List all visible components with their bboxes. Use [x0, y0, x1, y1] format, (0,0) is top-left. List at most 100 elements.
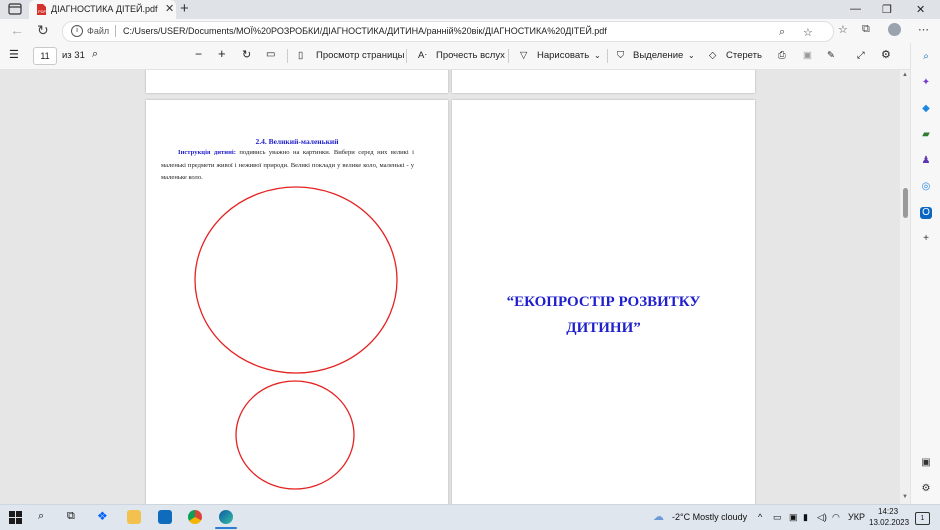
notifications-badge[interactable]: 1 — [915, 512, 930, 525]
collections-icon[interactable]: ⧉ — [862, 23, 870, 36]
read-aloud-icon: Aᐧ — [418, 50, 427, 61]
big-circle — [194, 186, 398, 374]
print-icon[interactable]: ⎙ — [778, 50, 786, 61]
chrome-icon[interactable] — [188, 510, 202, 524]
highlight-button[interactable]: Выделение — [633, 50, 683, 61]
browser-tab[interactable]: PDF ДІАГНОСТИКА ДІТЕЙ.pdf ✕ — [29, 0, 176, 19]
rotate-icon[interactable]: ↻ — [242, 48, 251, 61]
windows-start-icon[interactable] — [9, 511, 22, 524]
volume-icon[interactable]: ◁) — [817, 512, 827, 523]
find-icon[interactable]: ⌕ — [92, 48, 98, 61]
small-circle — [235, 380, 355, 490]
vertical-scrollbar[interactable]: ▲ ▼ — [900, 70, 910, 504]
scroll-thumb[interactable] — [903, 188, 908, 218]
page-view-icon: ▯ — [298, 50, 304, 61]
office-icon[interactable]: ◎ — [920, 181, 932, 193]
title-line-1: “ЕКОПРОСТІР РОЗВИТКУ — [506, 294, 701, 310]
circles-drawing — [194, 186, 398, 490]
previous-page-right — [452, 70, 755, 93]
address-bar[interactable]: i Файл C:/Users/USER/Documents/МОЇ%20РОЗ… — [62, 21, 834, 42]
highlight-chevron-down-icon[interactable]: ⌄ — [688, 51, 695, 60]
pdf-toolbar: ☰ 11 из 31 ⌕ − + ↻ ▭ ▯ Просмотр страницы… — [0, 43, 910, 70]
favorite-star-icon[interactable]: ☆ — [803, 26, 813, 39]
close-window-icon[interactable]: ✕ — [916, 3, 925, 16]
weather-cloud-icon: ☁ — [653, 511, 664, 523]
save-as-icon[interactable]: ✎ — [827, 50, 835, 61]
tools-briefcase-icon[interactable]: ▰ — [920, 129, 932, 141]
favorites-icon[interactable]: ☆ — [838, 23, 848, 36]
back-arrow-icon[interactable]: ← — [10, 22, 24, 38]
title-line-2: ДИТИНИ” — [566, 320, 641, 336]
scroll-up-icon[interactable]: ▲ — [902, 72, 908, 78]
highlight-icon: ⛉ — [617, 50, 625, 61]
file-scheme-label: Файл — [87, 26, 110, 36]
page-total: из 31 — [62, 50, 85, 61]
fit-page-icon[interactable]: ▭ — [266, 49, 275, 60]
task-view-icon[interactable]: ⧉ — [67, 510, 75, 523]
weather-text[interactable]: -2°C Mostly cloudy — [672, 512, 747, 522]
toolbar-divider — [607, 49, 608, 63]
outlook-icon[interactable]: O — [920, 207, 932, 219]
restore-icon[interactable]: ❐ — [882, 3, 892, 16]
add-sidebar-icon[interactable]: + — [920, 233, 932, 245]
settings-gear-icon[interactable]: ⚙ — [881, 48, 891, 61]
network-icon[interactable]: ▭ — [773, 512, 782, 523]
minimize-icon[interactable]: — — [850, 3, 861, 15]
url-text[interactable]: C:/Users/USER/Documents/МОЇ%20РОЗРОБКИ/Д… — [123, 26, 607, 36]
fullscreen-icon[interactable]: ⤢ — [857, 50, 865, 61]
more-menu-icon[interactable]: ⋯ — [918, 23, 929, 36]
sidebar-settings-icon[interactable]: ⚙ — [920, 483, 932, 495]
mail-icon[interactable] — [158, 510, 172, 524]
edge-icon[interactable] — [219, 510, 233, 524]
games-icon[interactable]: ♟ — [920, 155, 932, 167]
new-tab-button[interactable]: + — [180, 0, 189, 17]
contents-icon[interactable]: ☰ — [9, 48, 19, 61]
refresh-icon[interactable]: ↻ — [37, 22, 49, 39]
read-aloud-button[interactable]: Прочесть вслух — [436, 50, 505, 61]
show-hidden-icons-chevron-icon[interactable]: ^ — [758, 512, 762, 522]
tab-title: ДІАГНОСТИКА ДІТЕЙ.pdf — [51, 4, 158, 14]
zoom-out-icon[interactable]: − — [195, 47, 202, 61]
svg-text:PDF: PDF — [38, 9, 46, 14]
pdf-file-icon: PDF — [37, 4, 46, 15]
windows-taskbar: ⌕ ⧉ ❖ ☁ -2°C Mostly cloudy ^ ▭ ▣ ▮ ◁) ◠ … — [0, 504, 940, 530]
toolbar-divider — [508, 49, 509, 63]
scroll-down-icon[interactable]: ▼ — [902, 494, 908, 500]
pdf-page-right: “ЕКОПРОСТІР РОЗВИТКУ ДИТИНИ” — [452, 100, 755, 504]
address-divider — [115, 25, 116, 37]
file-explorer-icon[interactable] — [127, 510, 141, 524]
copilot-sparkle-icon[interactable]: ✦ — [920, 77, 932, 89]
address-toolbar: ← ↻ i Файл C:/Users/USER/Documents/МОЇ%2… — [0, 19, 940, 43]
save-icon[interactable]: ▣ — [803, 50, 812, 61]
pdf-page-left: 2.4. Великий-маленький Інструкція дитині… — [146, 100, 448, 504]
onedrive-icon[interactable]: ▣ — [789, 512, 798, 523]
draw-chevron-down-icon[interactable]: ⌄ — [594, 51, 601, 60]
erase-button[interactable]: Стереть — [726, 50, 762, 61]
taskbar-search-icon[interactable]: ⌕ — [38, 510, 44, 523]
pdf-viewer[interactable]: 2.4. Великий-маленький Інструкція дитині… — [0, 70, 910, 504]
profile-avatar[interactable] — [888, 23, 901, 36]
search-icon[interactable]: ⌕ — [920, 51, 932, 63]
page-view-button[interactable]: Просмотр страницы — [316, 50, 405, 61]
eraser-icon: ◇ — [709, 50, 717, 61]
toolbar-divider — [406, 49, 407, 63]
battery-icon[interactable]: ▮ — [803, 512, 808, 523]
dropbox-icon[interactable]: ❖ — [97, 509, 108, 523]
clock-time[interactable]: 14:23 — [878, 507, 898, 516]
info-icon[interactable]: i — [71, 25, 83, 37]
sidebar-layout-icon[interactable]: ▣ — [920, 457, 932, 469]
language-indicator[interactable]: УКР — [848, 512, 865, 522]
previous-page-left — [146, 70, 448, 93]
clock-date[interactable]: 13.02.2023 — [869, 518, 909, 527]
close-tab-button[interactable]: ✕ — [165, 2, 174, 15]
zoom-search-icon[interactable]: ⌕ — [779, 26, 785, 39]
shopping-tag-icon[interactable]: ◆ — [920, 103, 932, 115]
wifi-icon[interactable]: ◠ — [832, 512, 840, 523]
page-number-input[interactable]: 11 — [33, 47, 57, 65]
tab-strip: PDF ДІАГНОСТИКА ДІТЕЙ.pdf ✕ + — ❐ ✕ — [0, 0, 940, 19]
draw-button[interactable]: Нарисовать — [537, 50, 589, 61]
toolbar-divider — [287, 49, 288, 63]
zoom-in-icon[interactable]: + — [218, 46, 226, 61]
tab-actions-icon[interactable] — [8, 3, 22, 15]
draw-icon: ▽ — [520, 50, 528, 61]
